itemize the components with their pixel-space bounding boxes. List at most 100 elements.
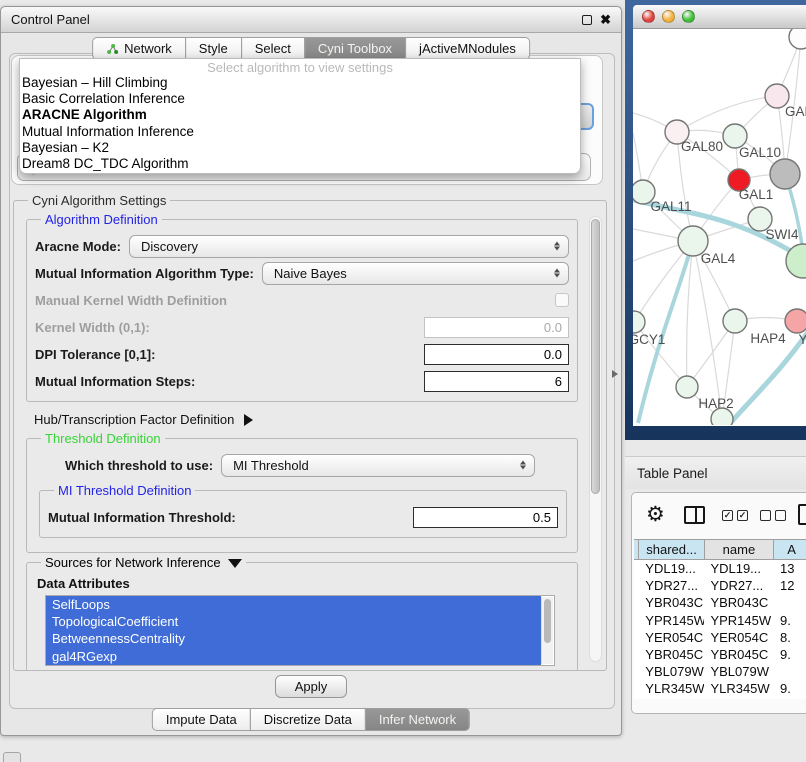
- node-y-salmon[interactable]: [785, 309, 806, 333]
- document-icon[interactable]: [798, 504, 806, 525]
- tab-select[interactable]: Select: [241, 37, 305, 60]
- table-panel: ⚙ ✓✓ shared...nameA YDL19...YDL19...13YD…: [631, 492, 806, 714]
- node-hap4-label: HAP4: [750, 331, 786, 346]
- data-attributes-list[interactable]: SelfLoopsTopologicalCoefficientBetweenne…: [45, 595, 555, 666]
- mi-threshold-input[interactable]: [413, 507, 558, 528]
- close-traffic-light-icon[interactable]: [642, 10, 655, 23]
- hub-definition-toggle[interactable]: Hub/Transcription Factor Definition: [34, 412, 582, 427]
- tab-label: Discretize Data: [264, 712, 352, 727]
- threshold-definition-title: Threshold Definition: [41, 431, 165, 446]
- table-cell: 13: [774, 560, 806, 577]
- tab-cyni-toolbox[interactable]: Cyni Toolbox: [304, 37, 406, 60]
- manual-kernel-checkbox[interactable]: [555, 293, 569, 307]
- tab-jactivemnodules[interactable]: jActiveMNodules: [405, 37, 530, 60]
- column-header-shared[interactable]: shared...: [639, 540, 704, 559]
- collapsed-arrow-icon: [244, 414, 253, 426]
- network-window-titlebar[interactable]: [633, 5, 806, 29]
- table-cell: 9.: [774, 680, 806, 697]
- tab-label: Select: [255, 41, 291, 56]
- table-row[interactable]: YBR043CYBR043C: [634, 594, 806, 611]
- dpi-tolerance-input[interactable]: [424, 344, 569, 365]
- kernel-width-input[interactable]: [424, 317, 569, 338]
- list-scrollbar[interactable]: [541, 597, 553, 664]
- dropdown-item-bayesian-hill-climbing[interactable]: Bayesian – Hill Climbing: [20, 75, 580, 91]
- table-cell: [774, 594, 806, 611]
- sources-group-label[interactable]: Sources for Network Inference: [45, 555, 221, 570]
- minimize-traffic-light-icon[interactable]: [662, 10, 675, 23]
- table-cell: YDR27...: [704, 577, 774, 594]
- attribute-item-gal4rgexp[interactable]: gal4RGexp: [46, 648, 541, 665]
- dropdown-item-mutual-information-inference[interactable]: Mutual Information Inference: [20, 124, 580, 140]
- column-header-a[interactable]: A: [774, 540, 806, 559]
- algorithm-definition-group: Algorithm Definition Aracne Mode: Discov…: [26, 212, 578, 402]
- table-row[interactable]: YDR27...YDR27...12: [634, 577, 806, 594]
- table-cell: YBL079W: [639, 663, 704, 680]
- table-cell: [774, 663, 806, 680]
- attribute-item-betweennesscentrality[interactable]: BetweennessCentrality: [46, 630, 541, 647]
- dpi-tolerance-label: DPI Tolerance [0,1]:: [35, 347, 155, 362]
- table-cell: 8.: [774, 629, 806, 646]
- settings-scrollbar[interactable]: [589, 216, 602, 662]
- zoom-traffic-light-icon[interactable]: [682, 10, 695, 23]
- network-canvas[interactable]: GALGAL80GAL10GAL1GAL11SWI4GAL4GCY1HAP4YH…: [633, 29, 806, 425]
- table-cell: YLR345W: [704, 680, 774, 697]
- tab-infer-network[interactable]: Infer Network: [365, 708, 470, 731]
- split-columns-icon[interactable]: [684, 506, 705, 524]
- gear-icon[interactable]: ⚙: [646, 502, 665, 527]
- node-gal11-label: GAL11: [650, 199, 691, 214]
- tab-label: Impute Data: [166, 712, 237, 727]
- node-gal4-label: GAL4: [701, 251, 736, 266]
- table-row[interactable]: YBL079WYBL079W: [634, 663, 806, 680]
- table-cell: YBR043C: [704, 594, 774, 611]
- tab-network[interactable]: Network: [92, 37, 186, 60]
- node-gray[interactable]: [770, 159, 800, 189]
- mi-type-combo[interactable]: Naive Bayes: [262, 262, 569, 285]
- bottom-left-mini-button[interactable]: [3, 752, 21, 762]
- select-all-columns-icon[interactable]: ✓✓: [722, 510, 748, 521]
- table-row[interactable]: YBR045CYBR045C9.: [634, 646, 806, 663]
- node-hap4[interactable]: [723, 309, 747, 333]
- node-hap2[interactable]: [676, 376, 698, 398]
- sources-group: Sources for Network Inference Data Attri…: [26, 555, 578, 671]
- tab-label: Style: [199, 41, 228, 56]
- panel-divider-arrow[interactable]: [612, 370, 618, 378]
- table-row[interactable]: YIL052CYIL052C9.: [634, 698, 806, 700]
- combo-stepper-icon: [520, 461, 526, 470]
- node-gal-pink-label: GAL: [785, 104, 806, 119]
- mi-steps-label: Mutual Information Steps:: [35, 374, 195, 389]
- dropdown-item-aracne-algorithm[interactable]: ARACNE Algorithm: [20, 107, 580, 123]
- node-top-right[interactable]: [789, 29, 806, 49]
- settings-group-title: Cyni Algorithm Settings: [28, 193, 170, 208]
- tab-style[interactable]: Style: [185, 37, 242, 60]
- table-cell: YER054C: [704, 629, 774, 646]
- dropdown-item-basic-correlation-inference[interactable]: Basic Correlation Inference: [20, 91, 580, 107]
- mi-steps-input[interactable]: [424, 371, 569, 392]
- table-panel-title: Table Panel: [637, 466, 708, 481]
- dropdown-item-bayesian-k2[interactable]: Bayesian – K2: [20, 140, 580, 156]
- table-cell: 9.: [774, 612, 806, 629]
- attribute-item-selfloops[interactable]: SelfLoops: [46, 596, 541, 613]
- table-row[interactable]: YLR345WYLR345W9.: [634, 680, 806, 697]
- table-cell: YBR043C: [639, 594, 704, 611]
- aracne-mode-combo[interactable]: Discovery: [129, 235, 569, 258]
- node-gal10-label: GAL10: [739, 145, 781, 160]
- tab-impute-data[interactable]: Impute Data: [152, 708, 251, 731]
- table-row[interactable]: YDL19...YDL19...13: [634, 560, 806, 577]
- tab-discretize-data[interactable]: Discretize Data: [250, 708, 366, 731]
- which-threshold-combo[interactable]: MI Threshold: [221, 454, 535, 477]
- node-y-salmon-label: Y: [798, 332, 806, 347]
- float-window-icon[interactable]: [582, 15, 592, 25]
- attribute-item-topologicalcoefficient[interactable]: TopologicalCoefficient: [46, 613, 541, 630]
- node-gcy1[interactable]: [633, 311, 645, 333]
- apply-button[interactable]: Apply: [275, 675, 348, 698]
- table-cell: YPR145W: [704, 612, 774, 629]
- close-icon[interactable]: ✖: [600, 15, 611, 25]
- deselect-all-columns-icon[interactable]: [760, 510, 786, 521]
- table-row[interactable]: YER054CYER054C8.: [634, 629, 806, 646]
- manual-kernel-label: Manual Kernel Width Definition: [35, 293, 227, 308]
- column-header-name[interactable]: name: [705, 540, 775, 559]
- dropdown-item-dream8-dc-tdc-algorithm[interactable]: Dream8 DC_TDC Algorithm: [20, 156, 580, 172]
- table-row[interactable]: YPR145WYPR145W9.: [634, 612, 806, 629]
- table-cell: YDL19...: [639, 560, 704, 577]
- combo-stepper-icon: [554, 269, 560, 278]
